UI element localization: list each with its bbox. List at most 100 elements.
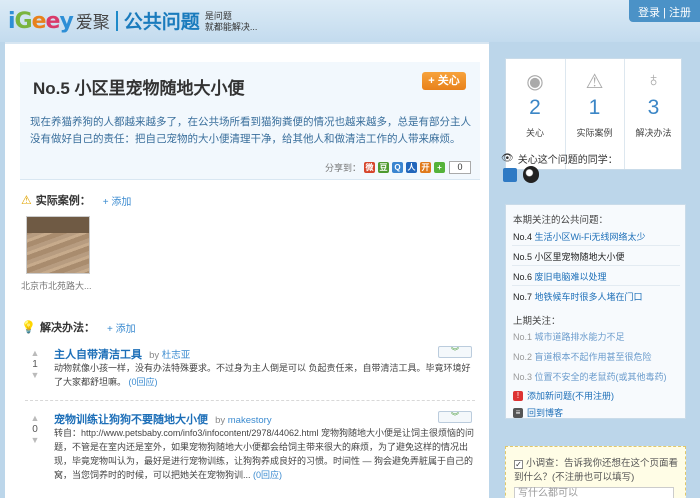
case-caption[interactable]: 北京市北苑路大...: [21, 279, 92, 292]
avatar[interactable]: [523, 166, 539, 183]
solution-item: ▲ 0 ▼ 宠物训练让狗狗不要随地大小便 by makestory ︾ 转自：h…: [25, 411, 475, 498]
issue-link[interactable]: 生活小区Wi-Fi无线网络太少: [535, 232, 646, 242]
alert-icon: !: [513, 390, 523, 401]
eye-icon: 👁: [501, 153, 514, 164]
tagline: 是问题 就都能解决...: [205, 11, 258, 33]
watchers-heading: 👁 关心这个问题的同学：: [501, 151, 618, 166]
issue-link[interactable]: 废旧电脑难以处理: [535, 272, 607, 282]
stat-label: 实际案例: [576, 128, 613, 138]
site-header: iGeey 爱聚 公共问题 是问题 就都能解决... 登录 | 注册: [0, 0, 700, 42]
issue-link[interactable]: 位置不安全的老鼠药(或其他毒药): [535, 372, 667, 382]
bulb-icon: 💡: [21, 320, 36, 334]
issue-number: No.7: [513, 292, 533, 302]
back-blog-link[interactable]: 回到博客: [527, 406, 563, 419]
sidebar: ◉ 2 关心 ⚠ 1 实际案例 ♁ 3 解决办法 👁 关心这个问题的同学： 本期…: [495, 42, 700, 498]
vote-down-icon[interactable]: ▼: [25, 370, 45, 381]
site-logo[interactable]: iGeey 爱聚 公共问题 是问题 就都能解决...: [8, 4, 257, 34]
author-link[interactable]: makestory: [228, 415, 272, 426]
auth-links: 登录 | 注册: [629, 0, 700, 22]
issue-number: No.5: [513, 252, 533, 262]
vote-widget: ▲ 1 ▼: [25, 348, 45, 381]
replies-link[interactable]: (0回应): [253, 470, 282, 480]
past-issue-item[interactable]: No.2 盲道根本不起作用甚至很危险: [513, 350, 652, 363]
cases-heading: ⚠ 实际案例： + 添加: [21, 192, 131, 208]
back-blog-action[interactable]: ≡ 回到博客: [513, 406, 563, 419]
vote-count: 1: [32, 359, 38, 370]
question-title: No.5 小区里宠物随地大小便: [33, 79, 245, 98]
stat-label: 解决办法: [635, 128, 672, 138]
warning-icon: ⚠: [585, 71, 604, 93]
warning-icon: ⚠: [21, 193, 32, 207]
replies-link[interactable]: (0回应): [129, 377, 158, 387]
stat-solutions[interactable]: ♁ 3 解决办法: [624, 59, 682, 169]
add-case-link[interactable]: + 添加: [103, 193, 132, 208]
case-thumbnail[interactable]: [26, 216, 90, 274]
issue-link[interactable]: 城市道路排水能力不足: [535, 332, 625, 342]
vote-up-icon[interactable]: ▲: [25, 348, 45, 359]
solution-divider: [25, 400, 475, 401]
cases-heading-text: 实际案例：: [35, 195, 91, 207]
survey-input[interactable]: 写什么都可以: [514, 487, 674, 498]
current-issue-item[interactable]: No.5 小区里宠物随地大小便: [513, 250, 625, 263]
survey-question: ✓ 小调查：告诉我你还想在这个页面看到什么？(不注册也可以填写): [514, 457, 680, 485]
past-issue-item[interactable]: No.3 位置不安全的老鼠药(或其他毒药): [513, 370, 667, 383]
past-issues-heading: 上期关注：: [513, 316, 561, 327]
vote-up-icon[interactable]: ▲: [25, 413, 45, 424]
issue-number: No.4: [513, 232, 533, 242]
share-more-icon[interactable]: +: [434, 162, 446, 173]
share-renren-icon[interactable]: 人: [406, 162, 418, 173]
solution-byline: by makestory: [215, 415, 272, 426]
survey-box: ✓ 小调查：告诉我你还想在这个页面看到什么？(不注册也可以填写) 写什么都可以: [505, 446, 686, 498]
author-link[interactable]: 杜志亚: [162, 350, 191, 361]
current-issues-heading: 本期关注的公共问题：: [513, 215, 609, 226]
logo-cn-text: 爱聚: [75, 13, 110, 32]
share-qzone-icon[interactable]: Q: [392, 162, 404, 173]
add-issue-action[interactable]: ! 添加新问题(不用注册): [513, 389, 614, 402]
care-button[interactable]: + 关心: [422, 72, 466, 90]
blog-icon: ≡: [513, 407, 523, 418]
login-link[interactable]: 登录: [638, 7, 660, 19]
watchers-heading-text: 关心这个问题的同学：: [517, 155, 618, 166]
solution-title: 主人自带清洁工具 by 杜志亚: [54, 346, 190, 362]
by-label: by: [215, 415, 226, 426]
bulb-icon: ♁: [646, 69, 661, 91]
share-bar: 分享到： 微 豆 Q 人 开 + 0: [325, 161, 472, 174]
current-issue-item[interactable]: No.7 地铁候车时很多人堵在门口: [513, 290, 643, 303]
share-weibo-icon[interactable]: 微: [364, 162, 376, 173]
add-solution-link[interactable]: + 添加: [107, 320, 136, 335]
add-issue-link[interactable]: 添加新问题(不用注册): [527, 389, 614, 402]
avatar[interactable]: [503, 168, 517, 182]
past-issue-item[interactable]: No.1 城市道路排水能力不足: [513, 330, 625, 343]
vote-down-icon[interactable]: ▼: [25, 435, 45, 446]
stat-value: 1: [588, 96, 601, 119]
share-count: 0: [449, 161, 472, 174]
current-issue-item[interactable]: No.4 生活小区Wi-Fi无线网络太少: [513, 230, 646, 243]
question-description: 现在养猫养狗的人都越来越多了，在公共场所看到猫狗粪便的情况也越来越多，总是有部分…: [30, 116, 471, 145]
section-title: 公共问题: [123, 12, 200, 33]
expand-chevron-icon[interactable]: ︾: [438, 346, 472, 358]
stat-value: 2: [529, 96, 541, 119]
issue-divider: [512, 265, 680, 266]
current-issue-item[interactable]: No.6 废旧电脑难以处理: [513, 270, 607, 283]
solutions-heading-text: 解决办法：: [39, 322, 95, 334]
stat-value: 3: [647, 96, 660, 119]
register-link[interactable]: 注册: [669, 7, 691, 19]
solution-body: 动物就像小孩一样，没有办法特殊要求。不过身为主人倒是可以 负起责任来，自带清洁工…: [54, 361, 474, 389]
solution-title: 宠物训练让狗狗不要随地大小便 by makestory: [54, 411, 272, 427]
issue-number: No.6: [513, 272, 533, 282]
solution-title-link[interactable]: 宠物训练让狗狗不要随地大小便: [54, 414, 208, 426]
tagline-line-2: 就都能解决...: [204, 22, 258, 32]
expand-chevron-icon[interactable]: ︾: [438, 411, 472, 423]
share-douban-icon[interactable]: 豆: [378, 162, 390, 173]
survey-checkbox[interactable]: ✓: [514, 460, 523, 469]
solution-item: ▲ 1 ▼ 主人自带清洁工具 by 杜志亚 ︾ 动物就像小孩一样，没有办法特殊要…: [25, 346, 475, 398]
issue-link: 小区里宠物随地大小便: [534, 252, 625, 262]
issue-link[interactable]: 盲道根本不起作用甚至很危险: [535, 352, 652, 362]
solutions-heading: 💡 解决办法： + 添加: [21, 319, 136, 335]
issue-link[interactable]: 地铁候车时很多人堵在门口: [535, 292, 643, 302]
issue-divider: [512, 285, 680, 286]
share-kaixin-icon[interactable]: 开: [420, 162, 432, 173]
solution-title-link[interactable]: 主人自带清洁工具: [54, 349, 142, 361]
main-content: No.5 小区里宠物随地大小便 + 关心 现在养猫养狗的人都越来越多了，在公共场…: [5, 42, 489, 498]
auth-separator: |: [663, 7, 666, 19]
